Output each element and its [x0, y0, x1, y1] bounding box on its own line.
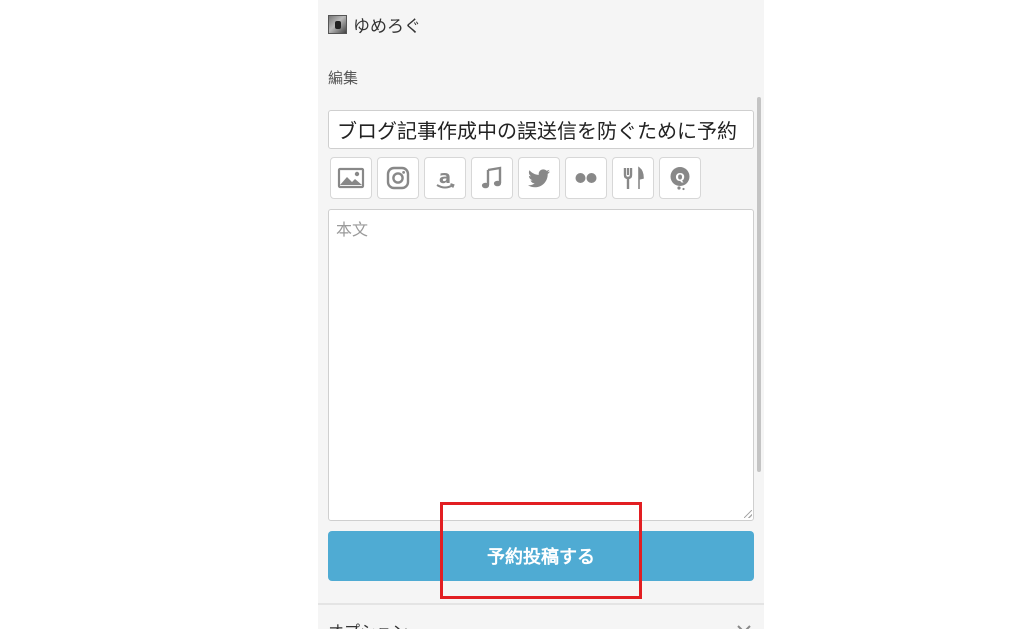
chevron-down-icon: [737, 625, 751, 629]
insert-music-button[interactable]: [471, 157, 513, 199]
schedule-post-button[interactable]: 予約投稿する: [328, 531, 754, 581]
blog-avatar-icon: [328, 15, 347, 34]
insert-twitter-button[interactable]: [518, 157, 560, 199]
insert-question-button[interactable]: Q: [659, 157, 701, 199]
edit-section-label: 編集: [328, 69, 359, 87]
body-textarea[interactable]: [328, 209, 754, 521]
question-bubble-icon: Q: [670, 167, 690, 191]
svg-text:a: a: [439, 167, 451, 188]
resize-grip-icon[interactable]: [744, 510, 752, 518]
scrollbar[interactable]: [757, 97, 761, 472]
amazon-icon: a: [436, 167, 455, 189]
insert-image-button[interactable]: [330, 157, 372, 199]
image-icon: [337, 167, 365, 189]
svg-text:Q: Q: [675, 171, 684, 184]
insert-instagram-button[interactable]: [377, 157, 419, 199]
flickr-icon: [575, 173, 597, 183]
mobile-editor-panel: ゆめろぐ 編集 a: [318, 0, 764, 629]
insert-toolbar: a Q: [330, 157, 701, 199]
options-toggle[interactable]: オプション: [318, 605, 764, 629]
instagram-icon: [386, 166, 410, 190]
insert-flickr-button[interactable]: [565, 157, 607, 199]
music-icon: [481, 166, 502, 189]
restaurant-icon: [623, 166, 644, 189]
options-label: オプション: [328, 618, 408, 629]
insert-restaurant-button[interactable]: [612, 157, 654, 199]
title-input[interactable]: [328, 110, 754, 149]
blog-header: ゆめろぐ: [328, 12, 421, 37]
twitter-icon: [528, 169, 550, 188]
blog-name: ゆめろぐ: [353, 17, 421, 37]
insert-amazon-button[interactable]: a: [424, 157, 466, 199]
